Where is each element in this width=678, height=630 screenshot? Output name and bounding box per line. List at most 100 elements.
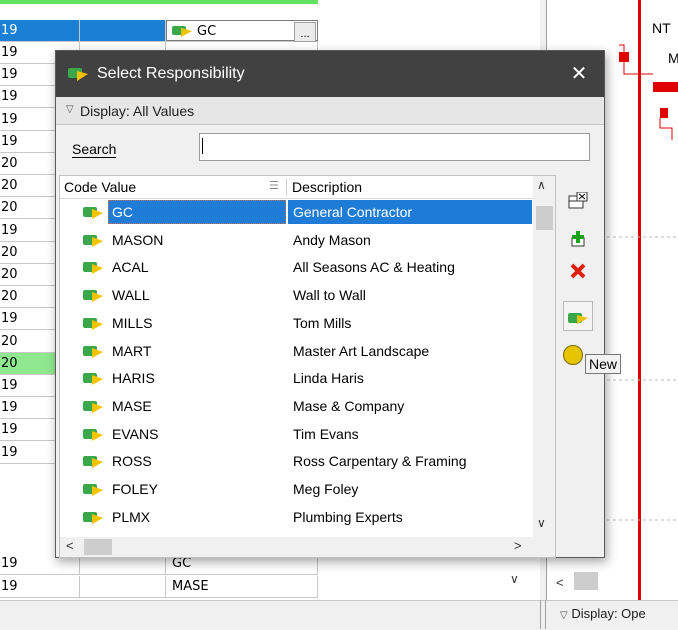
chevron-down-icon: ▽ (66, 104, 74, 115)
delete-icon (570, 263, 586, 279)
description-value: Ross Carpentary & Framing (293, 453, 467, 470)
ellipsis-button[interactable]: ... (294, 22, 316, 42)
description-value: Mase & Company (293, 397, 405, 414)
responsibility-list: Code Value ☰ Description GC General Contr… (59, 175, 556, 558)
code-value: FOLEY (112, 481, 158, 497)
description-value: Meg Foley (293, 481, 359, 497)
code-value: ACAL (112, 259, 149, 276)
gantt-scroll-left-arrow[interactable]: < (556, 575, 564, 590)
code-value: HARIS (112, 370, 155, 387)
display-filter-bar[interactable]: ▽ Display: All Values (56, 97, 604, 125)
grid-top-green-strip (0, 0, 318, 4)
vertical-scroll-thumb[interactable] (536, 206, 553, 230)
grid-cell-empty (80, 575, 166, 597)
delete-button[interactable] (563, 255, 593, 285)
description-value: All Seasons AC & Heating (293, 259, 455, 276)
grid-cell-responsibility[interactable]: MASE (166, 575, 318, 597)
gantt-label-m: M (668, 50, 678, 66)
gantt-label-nt: NT (652, 20, 671, 36)
code-value: MART (112, 342, 152, 359)
description-value: Tom Mills (293, 314, 352, 331)
search-input[interactable] (199, 133, 590, 161)
description-value: Tim Evans (293, 425, 359, 442)
responsibility-icon (83, 207, 103, 219)
close-table-button[interactable] (563, 185, 593, 215)
table-close-icon (568, 191, 588, 209)
list-item[interactable]: GC General Contractor (60, 199, 533, 226)
chevron-down-icon: ▽ (560, 610, 568, 621)
column-header-description[interactable]: Description (292, 179, 362, 195)
column-divider[interactable] (286, 178, 287, 196)
grid-cell-value: GC (197, 24, 217, 39)
responsibility-icon (83, 262, 103, 275)
grid-cell-empty (80, 20, 166, 41)
description-value: Andy Mason (293, 231, 371, 248)
list-horizontal-scrollbar[interactable]: < > (60, 537, 555, 557)
dialog-titlebar[interactable]: Select Responsibility ✕ (56, 51, 604, 97)
list-item[interactable]: MASE Mase & Company (60, 393, 533, 420)
responsibility-icon (68, 68, 88, 81)
pane-splitter[interactable] (540, 600, 546, 629)
responsibility-icon (83, 290, 103, 303)
tooltip: New (585, 354, 622, 374)
column-filter-icon[interactable]: ☰ (269, 179, 279, 192)
list-item[interactable]: MILLS Tom Mills (60, 310, 533, 337)
description-value: Linda Haris (293, 370, 364, 387)
responsibility-icon (83, 484, 103, 496)
list-header: Code Value ☰ Description (60, 176, 533, 199)
search-label: Search (72, 141, 117, 158)
list-item[interactable]: EVANS Tim Evans (60, 421, 533, 448)
horizontal-scroll-thumb[interactable] (84, 539, 112, 555)
code-value: ROSS (112, 453, 152, 470)
list-item[interactable]: ACAL All Seasons AC & Heating (60, 254, 533, 281)
grid-scroll-down-arrow[interactable]: ∨ (510, 572, 519, 586)
responsibility-icon (83, 373, 103, 386)
help-icon[interactable] (563, 345, 583, 365)
list-item[interactable]: FOLEY Meg Foley (60, 476, 533, 503)
list-item[interactable]: PLMX Plumbing Experts (60, 504, 533, 531)
gantt-display-filter[interactable]: ▽ Display: Ope (560, 606, 646, 621)
gantt-display-label: Display: Ope (571, 606, 646, 621)
grid-cell-number: 19 (0, 20, 80, 41)
list-item[interactable]: WALL Wall to Wall (60, 282, 533, 309)
grid-row[interactable]: 19 MASE (0, 575, 318, 598)
code-value: EVANS (112, 425, 159, 442)
scroll-down-icon[interactable]: ∨ (537, 516, 546, 530)
selection-highlight-code (108, 200, 286, 224)
code-value: PLMX (112, 508, 151, 525)
column-header-code[interactable]: Code Value (64, 179, 136, 195)
responsibility-icon (83, 317, 103, 330)
scroll-left-icon[interactable]: < (66, 538, 74, 553)
list-item[interactable]: MART Master Art Landscape (60, 338, 533, 365)
close-button[interactable]: ✕ (562, 59, 596, 89)
code-value: MASON (112, 231, 164, 248)
gantt-hscroll-thumb[interactable] (574, 572, 598, 590)
select-responsibility-dialog: Select Responsibility ✕ ▽ Display: All V… (55, 50, 622, 558)
responsibility-icon (83, 511, 103, 524)
description-value: Plumbing Experts (293, 508, 403, 525)
add-icon (571, 231, 585, 247)
close-icon: ✕ (570, 63, 588, 85)
code-value: MASE (112, 397, 152, 414)
add-button[interactable] (563, 223, 593, 253)
dialog-title: Select Responsibility (97, 65, 245, 82)
scroll-up-icon[interactable]: ∧ (537, 178, 546, 192)
grid-cell-number: 19 (0, 575, 80, 597)
text-caret (202, 138, 203, 154)
responsibility-icon (83, 456, 103, 469)
new-record-button[interactable] (563, 301, 593, 331)
responsibility-icon (83, 345, 103, 358)
code-value: GC (112, 204, 133, 220)
new-record-icon (568, 313, 588, 325)
grid-row-active[interactable]: 19 GC (0, 20, 318, 42)
scroll-right-icon[interactable]: > (514, 538, 522, 553)
display-filter-label: Display: All Values (80, 103, 195, 119)
list-item[interactable]: HARIS Linda Haris (60, 365, 533, 392)
list-item[interactable]: ROSS Ross Carpentary & Framing (60, 448, 533, 475)
list-vertical-scrollbar[interactable]: ∧ ∨ (533, 176, 555, 537)
responsibility-icon (83, 234, 103, 247)
list-item[interactable]: MASON Andy Mason (60, 227, 533, 254)
description-value: General Contractor (293, 204, 413, 220)
description-value: Master Art Landscape (293, 342, 430, 359)
responsibility-icon (83, 400, 103, 413)
